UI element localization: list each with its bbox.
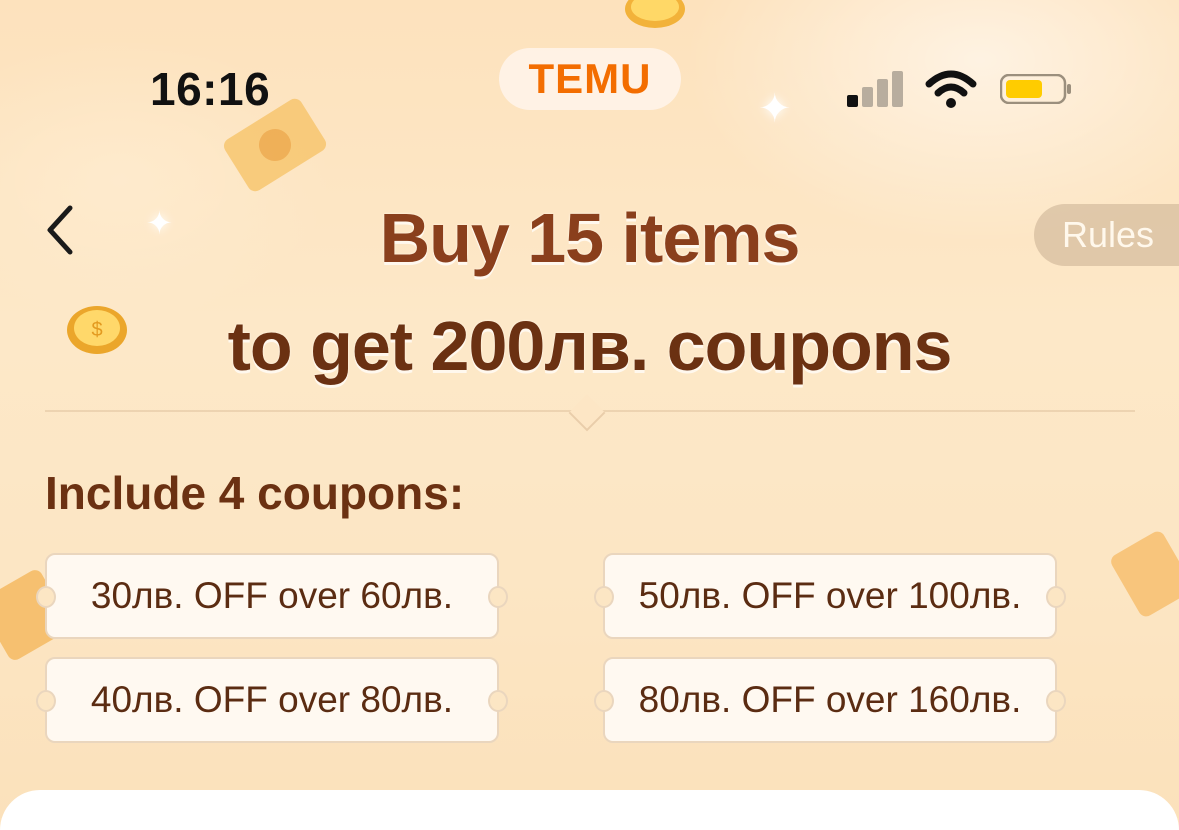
status-time: 16:16 xyxy=(150,63,271,115)
rules-button[interactable]: Rules xyxy=(1034,204,1179,266)
money-bill-decoration-icon xyxy=(1111,531,1179,617)
status-bar: 16:16 TEMU xyxy=(0,0,1179,150)
brand-logo: TEMU xyxy=(499,48,681,110)
page-title-line1: Buy 15 items xyxy=(379,199,801,277)
page-header: Buy 15 items to get 200лв. coupons Rules xyxy=(0,180,1179,410)
coupon-card: 30лв. OFF over 60лв. xyxy=(36,553,508,639)
battery-icon xyxy=(1000,74,1071,104)
coupons-heading: Include 4 coupons: xyxy=(45,467,465,519)
coupon-card: 40лв. OFF over 80лв. xyxy=(36,657,508,743)
status-icons xyxy=(845,70,1085,110)
coupon-label: 50лв. OFF over 100лв. xyxy=(638,575,1022,616)
signal-icon xyxy=(845,70,905,110)
wifi-icon xyxy=(925,70,977,108)
page-title-line2: to get 200лв. coupons xyxy=(227,307,953,385)
coupon-label: 30лв. OFF over 60лв. xyxy=(90,575,454,616)
coupon-label: 80лв. OFF over 160лв. xyxy=(638,679,1022,720)
content-card xyxy=(0,790,1179,830)
brand-logo-text: TEMU xyxy=(528,55,652,102)
coupon-label: 40лв. OFF over 80лв. xyxy=(90,679,454,720)
coupon-card: 50лв. OFF over 100лв. xyxy=(594,553,1066,639)
coupon-card: 80лв. OFF over 160лв. xyxy=(594,657,1066,743)
